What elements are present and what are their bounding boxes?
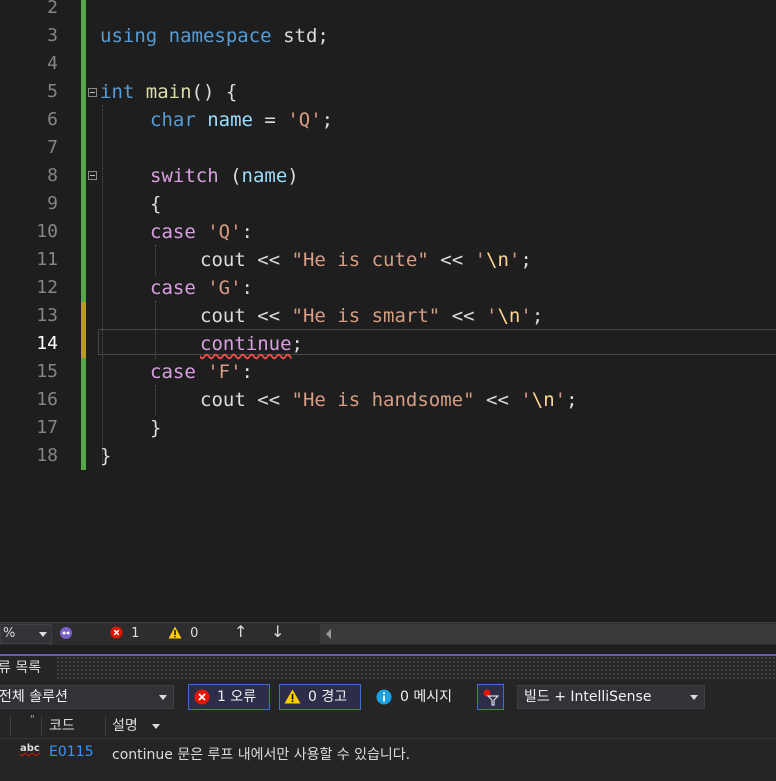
scope-value: 전체 솔루션	[0, 689, 68, 705]
code-line-8: switch (name)	[150, 165, 299, 187]
panel-title-bar: 류 목록	[0, 656, 776, 680]
error-squiggle: continue	[200, 333, 292, 355]
error-icon	[194, 689, 210, 705]
error-icon	[110, 626, 123, 639]
line-number: 3	[47, 25, 58, 46]
line-number-current: 14	[36, 333, 58, 354]
code-line-15: case 'F':	[150, 361, 253, 383]
editor-status-bar: % 1 0 ↑ ↓	[0, 622, 776, 645]
column-header-code[interactable]: 코드	[49, 716, 75, 736]
error-list-header: "‍ 코드 설명	[0, 714, 776, 739]
warning-icon	[168, 626, 182, 639]
line-number: 10	[36, 221, 58, 242]
chevron-down-icon	[39, 632, 47, 637]
line-number: 12	[36, 277, 58, 298]
line-number: 16	[36, 389, 58, 410]
title-grip[interactable]	[56, 656, 776, 680]
code-editor[interactable]: 2 3 using namespace std; 4 5 int main() …	[0, 0, 776, 622]
scope-dropdown[interactable]: 전체 솔루션	[0, 685, 174, 709]
line-number: 6	[47, 109, 58, 130]
warnings-filter-button[interactable]: 0 경고	[279, 684, 361, 710]
column-separator	[41, 716, 42, 736]
code-line-11: cout << "He is cute" << '\n';	[200, 249, 532, 271]
code-line-14: continue;	[200, 333, 303, 355]
column-separator	[105, 716, 106, 736]
chevron-down-icon	[690, 695, 698, 700]
line-number: 4	[47, 53, 58, 74]
intellisense-error-icon: abc	[20, 743, 40, 754]
code-line-3: using namespace std;	[100, 25, 329, 47]
column-separator	[10, 716, 11, 736]
copilot-icon[interactable]	[58, 625, 74, 643]
filter-icon	[483, 689, 499, 706]
next-issue-arrow-icon[interactable]: ↓	[271, 623, 284, 641]
info-icon	[376, 689, 392, 705]
zoom-dropdown[interactable]: %	[0, 624, 52, 644]
column-header-description[interactable]: 설명	[112, 716, 138, 736]
error-list-panel: 류 목록 전체 솔루션 1 오류 0 경고 0 메시지 빌드 + Intelli…	[0, 656, 776, 781]
error-count[interactable]: 1	[110, 625, 139, 643]
warning-icon	[284, 689, 301, 704]
code-line-16: cout << "He is handsome" << '\n';	[200, 389, 578, 411]
filter-toggle-button[interactable]	[477, 684, 504, 710]
table-row[interactable]: abc E0115 continue 문은 루프 내에서만 사용할 수 있습니다…	[0, 740, 776, 766]
code-line-5: int main() {	[100, 81, 238, 103]
line-number: 2	[47, 0, 58, 18]
code-line-18: }	[100, 445, 112, 467]
source-filter-dropdown[interactable]: 빌드 + IntelliSense	[517, 685, 705, 709]
warning-count[interactable]: 0	[168, 625, 198, 643]
line-number: 5	[47, 81, 58, 102]
line-number: 18	[36, 445, 58, 466]
line-number: 15	[36, 361, 58, 382]
line-number: 11	[36, 249, 58, 270]
horizontal-scrollbar[interactable]	[320, 624, 776, 644]
splitter[interactable]	[0, 645, 776, 654]
errors-filter-button[interactable]: 1 오류	[188, 684, 270, 710]
column-sort-icon[interactable]: "‍	[30, 714, 35, 725]
code-line-10: case 'Q':	[150, 221, 253, 243]
source-filter-value: 빌드 + IntelliSense	[524, 689, 652, 705]
error-code-link[interactable]: E0115	[49, 744, 93, 760]
line-number: 8	[47, 165, 58, 186]
messages-filter-button[interactable]: 0 메시지	[370, 684, 466, 710]
line-number: 17	[36, 417, 58, 438]
code-line-17: }	[150, 417, 162, 439]
code-line-12: case 'G':	[150, 277, 253, 299]
line-number: 13	[36, 305, 58, 326]
chevron-down-icon	[159, 695, 167, 700]
panel-title: 류 목록	[0, 660, 42, 676]
chevron-down-icon[interactable]	[152, 724, 160, 729]
code-line-13: cout << "He is smart" << '\n';	[200, 305, 544, 327]
previous-issue-arrow-icon[interactable]: ↑	[234, 623, 247, 641]
error-list-toolbar: 전체 솔루션 1 오류 0 경고 0 메시지 빌드 + IntelliSense	[0, 682, 776, 712]
zoom-value: %	[3, 626, 16, 641]
code-line-6: char name = 'Q';	[150, 109, 334, 131]
error-description: continue 문은 루프 내에서만 사용할 수 있습니다.	[112, 747, 411, 763]
line-number: 9	[47, 193, 58, 214]
line-number: 7	[47, 137, 58, 158]
scroll-left-icon[interactable]	[326, 629, 331, 639]
code-line-9: {	[150, 193, 162, 215]
